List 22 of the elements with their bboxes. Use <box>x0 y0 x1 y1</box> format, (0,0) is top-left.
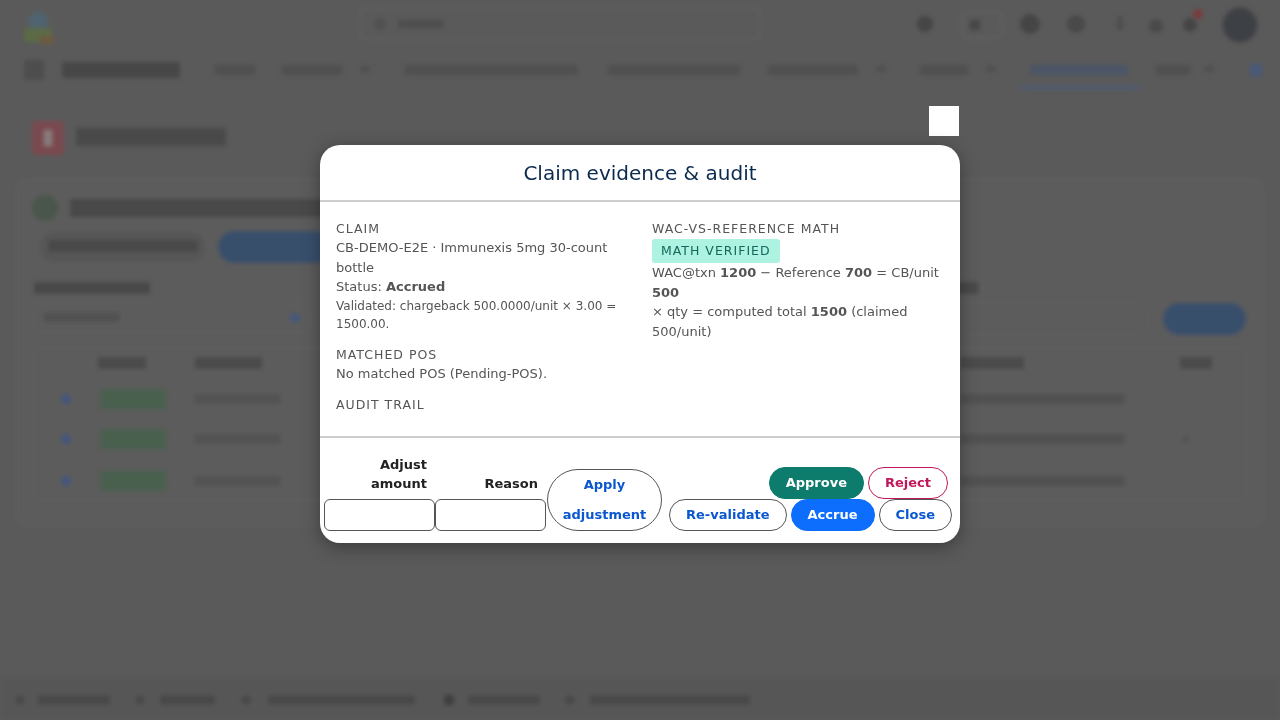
action-button[interactable]: Close <box>878 499 952 531</box>
section-heading: WAC-VS-REFERENCE MATH <box>652 220 842 238</box>
validation-note: Validated: chargeback 500.0000/unit × 3.00 = 1500.00. <box>336 297 618 333</box>
detail-text: WAC@txn 1200 − Reference 700 = CB/unit 500 <box>652 264 940 302</box>
input-field[interactable] <box>435 499 546 531</box>
action-button[interactable]: Reject <box>867 467 948 499</box>
field-label: Adjust amount <box>370 456 428 493</box>
detail-text: Status: Accrued <box>336 278 447 296</box>
input-field[interactable] <box>324 499 435 531</box>
action-button[interactable]: Re-validate <box>669 499 787 531</box>
apply-button[interactable]: Apply adjustment <box>547 469 662 531</box>
field-label: Reason <box>483 475 539 493</box>
section-heading: CLAIM <box>336 220 381 238</box>
detail-text: × qty = computed total 1500 (claimed 500/unit) <box>652 303 909 341</box>
detail-text: CB-DEMO-E2E · Immunexis 5mg 30-count bottle <box>336 239 609 277</box>
verified-badge: MATH VERIFIED <box>652 239 780 263</box>
action-button[interactable]: Approve <box>768 467 864 499</box>
action-button[interactable]: Accrue <box>790 499 875 531</box>
section-heading: MATCHED POS <box>336 345 439 364</box>
detail-text: No matched POS (Pending-POS). <box>336 364 549 383</box>
dialog-title: Claim evidence & audit <box>523 159 757 186</box>
section-heading: AUDIT TRAIL <box>336 396 426 414</box>
